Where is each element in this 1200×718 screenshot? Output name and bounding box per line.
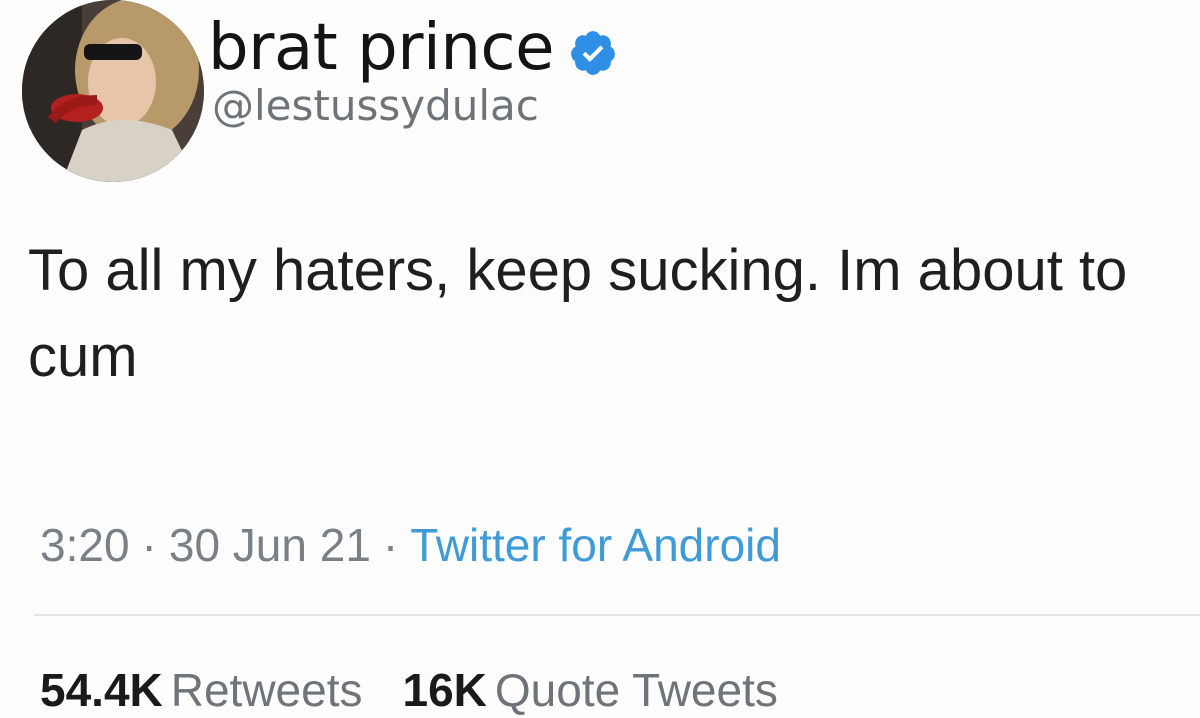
tweet-text: To all my haters, keep sucking. Im about… — [28, 238, 1128, 389]
quote-tweets-label: Quote Tweets — [494, 664, 778, 716]
meta-separator: · — [141, 519, 157, 571]
quote-tweets-stat[interactable]: 16K Quote Tweets — [403, 662, 778, 718]
meta-separator: · — [382, 519, 399, 571]
display-name[interactable]: brat prince — [208, 13, 554, 83]
tweet-date: 30 Jun 21 — [168, 519, 371, 571]
quote-tweets-count: 16K — [402, 664, 487, 716]
divider — [34, 614, 1200, 616]
name-row: brat prince — [208, 8, 618, 88]
avatar[interactable] — [22, 0, 204, 182]
tweet-stats: 54.4K Retweets 16K Quote Tweets — [40, 662, 778, 718]
tweet-meta: 3:20 · 30 Jun 21 · Twitter for Android — [40, 516, 781, 574]
retweets-stat[interactable]: 54.4K Retweets — [40, 662, 363, 718]
retweets-count: 54.4K — [40, 664, 163, 716]
verified-badge-icon — [568, 28, 618, 78]
user-handle[interactable]: @lestussydulac — [212, 82, 539, 130]
avatar-photo — [22, 0, 204, 182]
tweet-card: brat prince @lestussydulac To all my hat… — [0, 0, 1200, 717]
retweets-label: Retweets — [170, 664, 363, 716]
tweet-time: 3:20 — [40, 519, 130, 571]
tweet-source-link[interactable]: Twitter for Android — [410, 519, 781, 571]
